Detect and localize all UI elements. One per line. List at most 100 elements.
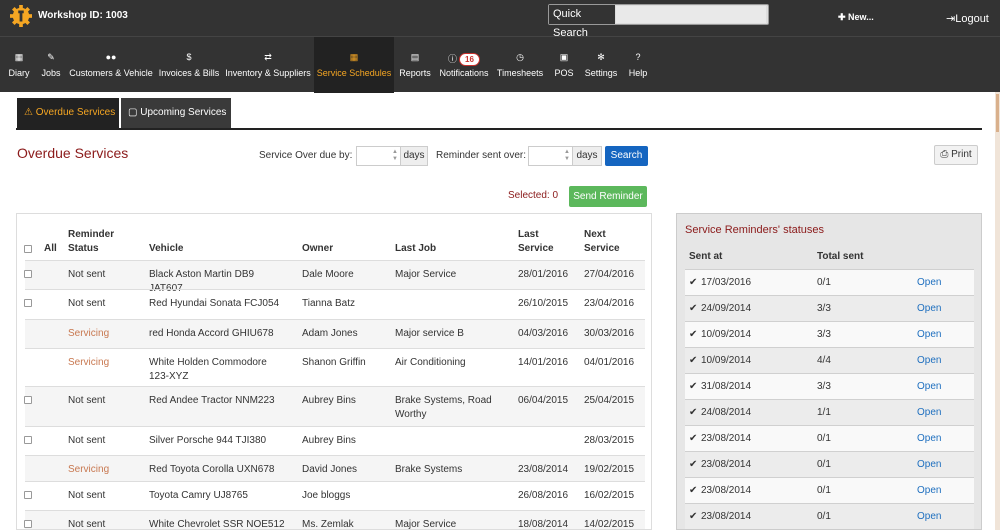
select-all-checkbox[interactable]	[24, 245, 32, 253]
header-vehicle: Vehicle	[149, 243, 184, 254]
total-sent-cell: 3/3	[817, 303, 831, 314]
selected-count: Selected: 0	[508, 190, 559, 201]
check-icon: ✔	[689, 407, 698, 418]
dollar-icon: $	[186, 52, 192, 62]
status-cell: Not sent	[68, 395, 106, 406]
overdue-days-input[interactable]: ▲ ▼	[356, 146, 401, 166]
header-all: All	[44, 243, 57, 254]
sent-at-cell: 23/08/2014	[701, 511, 752, 522]
nav-diary[interactable]: ▦ Diary	[4, 37, 34, 93]
nav-invoices-bills[interactable]: $ Invoices & Bills	[158, 37, 220, 93]
nav-customers-vehicle[interactable]: ●● Customers & Vehicle	[68, 37, 154, 93]
next-service-cell: 28/03/2015	[584, 435, 635, 446]
table-row[interactable]: Servicing red Honda Accord GHIU678 Adam Jo…	[25, 319, 645, 348]
open-link[interactable]: Open	[917, 485, 941, 496]
quick-search-input[interactable]	[616, 6, 766, 23]
nav-jobs[interactable]: ✎ Jobs	[36, 37, 66, 93]
row-checkbox[interactable]	[24, 396, 32, 404]
open-link[interactable]: Open	[917, 329, 941, 340]
tab-overdue-services[interactable]: ⚠ Overdue Services	[17, 98, 119, 128]
check-icon: ✔	[689, 381, 698, 392]
row-checkbox[interactable]	[24, 436, 32, 444]
check-icon: ✔	[689, 329, 698, 340]
gears-icon: ✻	[597, 52, 605, 62]
next-service-cell: 14/02/2015	[584, 519, 635, 530]
tab-upcoming-services[interactable]: ▢ Upcoming Services	[121, 98, 231, 128]
next-service-cell: 25/04/2015	[584, 395, 635, 406]
notifications-badge: 16	[459, 53, 480, 66]
reminder-days-input[interactable]: ▲ ▼	[528, 146, 573, 166]
open-link[interactable]: Open	[917, 459, 941, 470]
spinner-icon[interactable]: ▲ ▼	[564, 149, 570, 163]
row-checkbox[interactable]	[24, 299, 32, 307]
nav-label: Service Schedules	[316, 68, 392, 78]
last-service-cell: 06/04/2015	[518, 395, 569, 406]
row-checkbox[interactable]	[24, 520, 32, 528]
table-row[interactable]: Not sent Toyota Camry UJ8765 Joe bloggs 26/…	[24, 481, 645, 510]
open-link[interactable]: Open	[917, 407, 941, 418]
open-link[interactable]: Open	[917, 511, 941, 522]
vehicle-cell: White Chevrolet SSR NOE512	[149, 519, 285, 530]
table-row[interactable]: Servicing Red Toyota Corolla UXN678 David …	[25, 455, 645, 481]
owner-cell: Ms. Zemlak	[302, 519, 354, 530]
reminder-row: ✔ 23/08/2014 0/1 Open	[685, 425, 974, 451]
nav-timesheets[interactable]: ◷ Timesheets	[495, 37, 545, 93]
service-reminders-panel: Service Reminders' statuses Sent at Tota…	[676, 213, 982, 530]
open-link[interactable]: Open	[917, 381, 941, 392]
clock-icon: ◷	[516, 52, 524, 62]
table-row[interactable]: Not sent Black Aston Martin DB9 JAT607 Dal…	[24, 260, 645, 294]
owner-cell: Joe bloggs	[302, 490, 351, 501]
search-button[interactable]: Search	[605, 146, 648, 166]
next-service-cell: 23/04/2016	[584, 298, 635, 309]
total-sent-cell: 4/4	[817, 355, 831, 366]
owner-cell: Dale Moore	[302, 269, 354, 280]
last-service-cell: 04/03/2016	[518, 328, 569, 339]
open-link[interactable]: Open	[917, 303, 941, 314]
nav-settings[interactable]: ✻ Settings	[582, 37, 620, 93]
quick-search-label: Quick Search	[549, 5, 615, 39]
table-row[interactable]: Not sent Silver Porsche 944 TJI380 Aubrey …	[24, 426, 645, 455]
nav-inventory-suppliers[interactable]: ⇄ Inventory & Suppliers	[224, 37, 312, 93]
logout-button[interactable]: ⇥Logout	[946, 12, 989, 25]
owner-cell: Adam Jones	[302, 328, 358, 339]
nav-notifications[interactable]: ⓘ 16 Notifications	[437, 37, 491, 93]
last-service-cell: 23/08/2014	[518, 464, 569, 475]
exchange-icon: ⇄	[264, 52, 272, 62]
last-job-cell: Brake Systems	[395, 464, 463, 475]
send-reminder-button[interactable]: Send Reminder	[569, 186, 647, 207]
vehicle-cell: red Honda Accord GHIU678	[149, 328, 274, 339]
table-row[interactable]: Servicing White Holden Commodore 123-XYZ S…	[25, 348, 645, 386]
table-row[interactable]: Not sent White Chevrolet SSR NOE512 Ms. Ze…	[24, 510, 645, 530]
nav-help[interactable]: ? Help	[624, 37, 652, 93]
open-link[interactable]: Open	[917, 277, 941, 288]
last-service-cell: 26/08/2016	[518, 490, 569, 501]
new-button[interactable]: ✚ New...	[838, 12, 874, 23]
scrollbar[interactable]	[995, 92, 1000, 530]
status-cell: Servicing	[68, 464, 110, 475]
next-service-cell: 27/04/2016	[584, 269, 635, 280]
workshop-gear-logo-icon[interactable]	[10, 5, 32, 27]
total-sent-cell: 1/1	[817, 407, 831, 418]
last-job-cell: Brake Systems, Road Worthy	[395, 395, 492, 420]
workshop-id: Workshop ID: 1003	[38, 10, 128, 21]
next-service-cell: 30/03/2016	[584, 328, 635, 339]
print-button[interactable]: ⎙ Print	[934, 145, 978, 165]
reminder-row: ✔ 10/09/2014 4/4 Open	[685, 347, 974, 373]
row-checkbox[interactable]	[24, 270, 32, 278]
table-row[interactable]: Not sent Red Andee Tractor NNM223 Aubrey B…	[24, 386, 645, 426]
reminder-row: ✔ 23/08/2014 0/1 Open	[685, 477, 974, 503]
new-button-label: New...	[848, 12, 874, 22]
open-link[interactable]: Open	[917, 355, 941, 366]
nav-pos[interactable]: ▣ POS	[550, 37, 578, 93]
last-service-cell: 18/08/2014	[518, 519, 569, 530]
overdue-by-label: Service Over due by:	[259, 150, 353, 161]
open-link[interactable]: Open	[917, 433, 941, 444]
table-row[interactable]: Not sent Red Hyundai Sonata FCJ054 Tianna …	[24, 289, 645, 319]
sent-at-cell: 23/08/2014	[701, 433, 752, 444]
spinner-icon[interactable]: ▲ ▼	[392, 149, 398, 163]
row-checkbox[interactable]	[24, 491, 32, 499]
nav-reports[interactable]: ▤ Reports	[397, 37, 433, 93]
header-owner: Owner	[302, 243, 334, 254]
nav-service-schedules[interactable]: ▦ Service Schedules	[314, 37, 394, 93]
quick-search: Quick Search	[548, 4, 769, 39]
